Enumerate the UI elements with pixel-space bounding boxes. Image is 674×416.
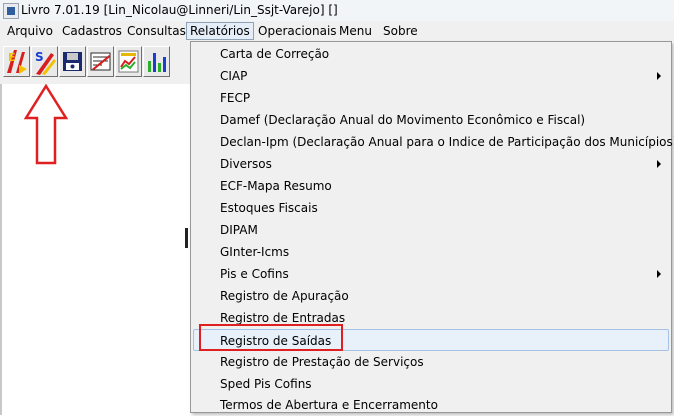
menu-item-label: Pis e Cofins [220, 267, 289, 281]
menu-item-pis-cofins[interactable]: Pis e Cofins [193, 263, 669, 285]
menu-item-sped-pis-cofins[interactable]: Sped Pis Cofins [193, 373, 669, 395]
window-left-edge [0, 84, 2, 415]
svg-text:E: E [8, 51, 16, 64]
menu-item-label: Estoques Fiscais [220, 201, 318, 215]
menu-cadastros[interactable]: Cadastros [59, 23, 125, 39]
menu-item-registro-apuracao[interactable]: Registro de Apuração [193, 285, 669, 307]
menu-item-ecf-mapa-resumo[interactable]: ECF-Mapa Resumo [193, 175, 669, 197]
menu-item-damef[interactable]: Damef (Declaração Anual do Movimento Eco… [193, 109, 669, 131]
menu-item-label: GInter-Icms [220, 245, 290, 259]
menu-item-registro-prestacao-servicos[interactable]: Registro de Prestação de Serviços [193, 351, 669, 373]
menu-relatorios[interactable]: Relatórios [186, 22, 254, 40]
menu-item-declan-ipm[interactable]: Declan-Ipm (Declaração Anual para o Indi… [193, 131, 674, 153]
bars-button[interactable] [143, 46, 170, 77]
svg-text:S: S [35, 50, 44, 64]
menu-consultas[interactable]: Consultas [124, 23, 189, 39]
relatorios-dropdown: Carta de Correção CIAP FECP Damef (Decla… [190, 41, 674, 416]
menu-item-label: Declan-Ipm (Declaração Anual para o Indi… [220, 135, 674, 149]
submenu-arrow-icon [657, 72, 661, 80]
menu-item-label: Damef (Declaração Anual do Movimento Eco… [220, 113, 586, 127]
menu-item-termos-abertura[interactable]: Termos de Abertura e Encerramento [193, 394, 669, 416]
report-button[interactable] [87, 46, 114, 77]
menu-arquivo[interactable]: Arquivo [4, 23, 56, 39]
chart-icon [118, 50, 139, 73]
save-disk-icon [63, 52, 82, 71]
save-button[interactable] [59, 46, 86, 77]
background-window-edge [185, 228, 188, 248]
menu-item-estoques-fiscais[interactable]: Estoques Fiscais [193, 197, 669, 219]
menu-item-label: Termos de Abertura e Encerramento [220, 398, 438, 412]
menu-item-ciap[interactable]: CIAP [193, 65, 669, 87]
saidas-icon: S [35, 50, 56, 75]
entradas-icon: E [7, 50, 27, 74]
menu-item-fecp[interactable]: FECP [193, 87, 669, 109]
bars-icon [148, 53, 166, 72]
entradas-button[interactable]: E [3, 46, 30, 77]
menu-item-label: FECP [220, 91, 251, 105]
saidas-button[interactable]: S [31, 46, 58, 77]
window-title: Livro 7.01.19 [Lin_Nicolau@Linneri/Lin_S… [21, 3, 338, 17]
menu-item-label: Carta de Correção [220, 47, 330, 61]
menu-item-dipam[interactable]: DIPAM [193, 219, 669, 241]
annotation-highlight-box [199, 324, 343, 351]
menu-operacionais[interactable]: Operacionais [255, 23, 340, 39]
menu-item-label: DIPAM [220, 223, 258, 237]
menu-item-label: Registro de Prestação de Serviços [220, 355, 424, 369]
app-icon [3, 3, 19, 19]
menu-item-label: CIAP [220, 69, 248, 83]
menu-item-carta-correcao[interactable]: Carta de Correção [193, 43, 669, 65]
title-bar: Livro 7.01.19 [Lin_Nicolau@Linneri/Lin_S… [0, 0, 674, 22]
submenu-arrow-icon [657, 160, 661, 168]
menu-sobre[interactable]: Sobre [380, 23, 421, 39]
menu-item-label: Diversos [220, 157, 272, 171]
menu-item-label: Registro de Apuração [220, 289, 349, 303]
submenu-arrow-icon [657, 270, 661, 278]
report-icon [90, 52, 111, 71]
annotation-arrow-up-icon [23, 84, 69, 165]
chart-button[interactable] [115, 46, 142, 77]
menu-menu[interactable]: Menu [336, 23, 375, 39]
menu-item-label: ECF-Mapa Resumo [220, 179, 332, 193]
menu-item-label: Sped Pis Cofins [220, 377, 312, 391]
toolbar: E S [0, 41, 190, 85]
menu-item-ginter-icms[interactable]: GInter-Icms [193, 241, 669, 263]
menu-bar: Arquivo Cadastros Consultas Relatórios O… [0, 21, 674, 41]
menu-item-diversos[interactable]: Diversos [193, 153, 669, 175]
